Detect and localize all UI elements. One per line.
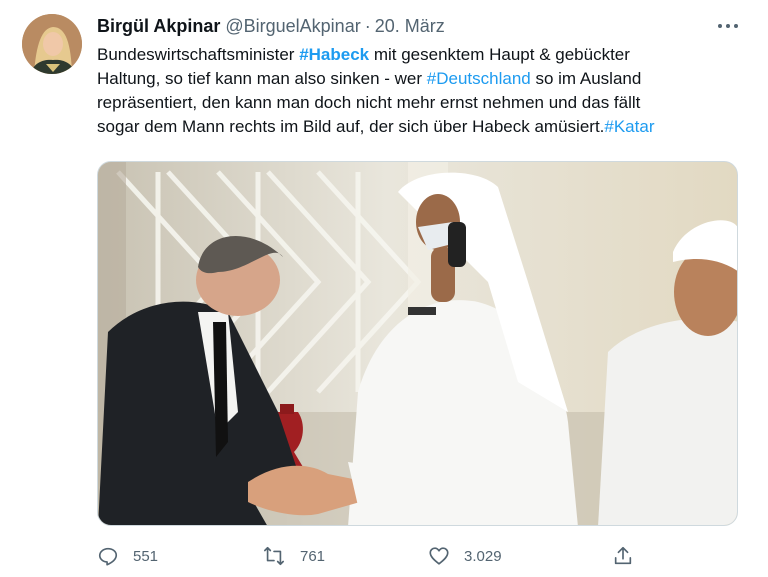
reply-icon — [98, 547, 118, 566]
more-icon — [716, 24, 740, 28]
share-icon — [614, 546, 632, 565]
text-segment: sogar dem Mann rechts im Bild auf, der s… — [97, 117, 605, 136]
header-separator: · — [364, 15, 371, 36]
retweet-button[interactable]: 761 — [262, 540, 325, 572]
author-name[interactable]: Birgül Akpinar — [97, 16, 220, 37]
tweet: Birgül Akpinar @BirguelAkpinar · 20. Mär… — [0, 0, 768, 577]
tweet-text: Bundeswirtschaftsminister #Habeck mit ge… — [97, 43, 747, 139]
share-button[interactable] — [612, 540, 634, 572]
text-segment: Bundeswirtschaftsminister — [97, 45, 300, 64]
avatar-image — [22, 14, 82, 74]
retweet-icon — [264, 546, 284, 566]
tweet-date[interactable]: 20. März — [375, 16, 445, 37]
like-button[interactable]: 3.029 — [428, 540, 502, 572]
like-icon — [429, 547, 449, 565]
author-handle[interactable]: @BirguelAkpinar — [225, 16, 360, 37]
like-count: 3.029 — [464, 547, 502, 565]
more-button[interactable] — [713, 14, 743, 38]
tweet-photo[interactable] — [97, 161, 738, 526]
hashtag-deutschland[interactable]: #Deutschland — [427, 69, 531, 88]
tweet-text-line: sogar dem Mann rechts im Bild auf, der s… — [97, 115, 747, 139]
avatar[interactable] — [22, 14, 82, 74]
tweet-actions: 551 761 3.029 — [97, 540, 657, 572]
text-segment: so im Ausland — [530, 69, 642, 88]
tweet-text-line: repräsentiert, den kann man doch nicht m… — [97, 93, 641, 112]
photo-handshake — [98, 162, 737, 525]
hashtag-habeck[interactable]: #Habeck — [299, 45, 369, 64]
tweet-header: Birgül Akpinar @BirguelAkpinar · 20. Mär… — [97, 15, 445, 37]
text-segment: mit gesenktem Haupt & gebückter — [369, 45, 630, 64]
hashtag-katar[interactable]: #Katar — [604, 117, 654, 136]
tweet-text-line: Bundeswirtschaftsminister #Habeck mit ge… — [97, 43, 747, 67]
text-segment: Haltung, so tief kann man also sinken - … — [97, 69, 427, 88]
reply-button[interactable]: 551 — [97, 540, 158, 572]
tweet-text-line: Haltung, so tief kann man also sinken - … — [97, 67, 747, 91]
retweet-count: 761 — [300, 547, 326, 565]
reply-count: 551 — [133, 547, 159, 565]
